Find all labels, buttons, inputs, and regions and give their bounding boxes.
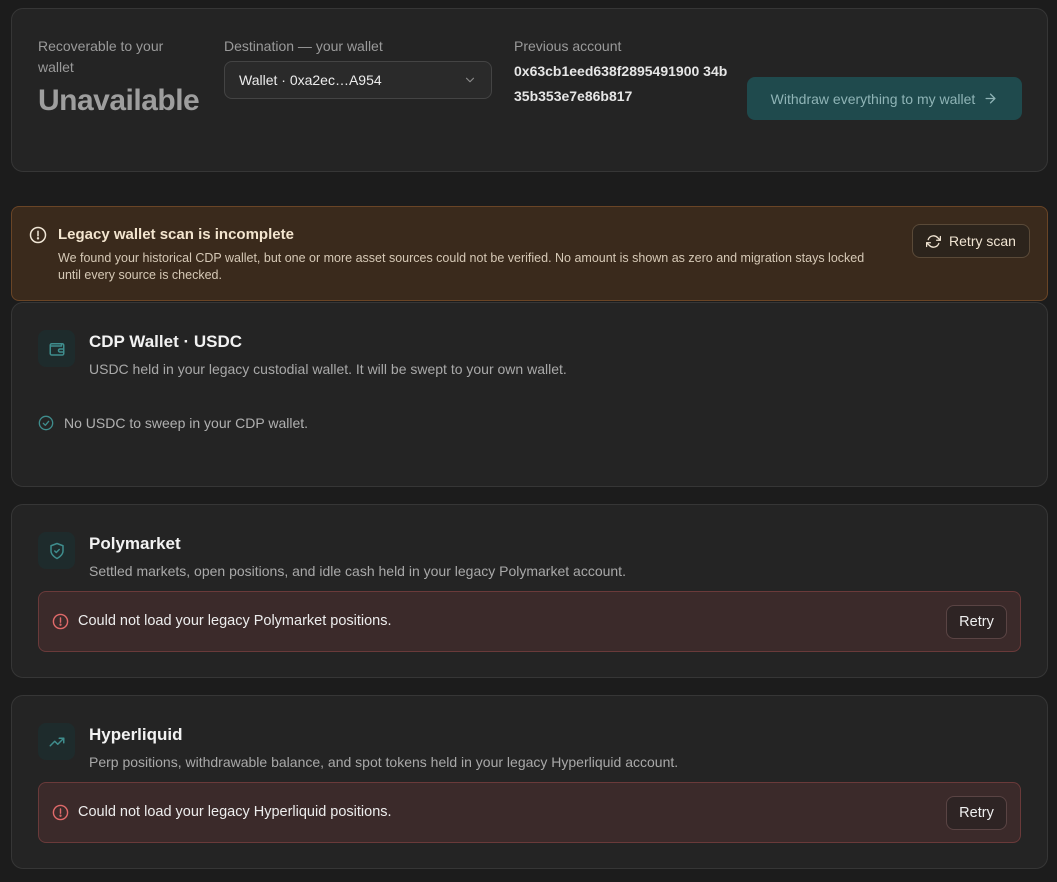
alert-circle-icon — [29, 226, 47, 244]
warning-title: Legacy wallet scan is incomplete — [58, 226, 294, 243]
polymarket-description: Settled markets, open positions, and idl… — [89, 563, 626, 579]
wallet-icon — [38, 330, 75, 367]
previous-account-section: Previous account 0x63cb1eed638f289549190… — [514, 36, 734, 109]
retry-scan-button[interactable]: Retry scan — [912, 224, 1030, 258]
polymarket-card: Polymarket Settled markets, open positio… — [11, 504, 1048, 678]
hyperliquid-error: Could not load your legacy Hyperliquid p… — [38, 782, 1021, 843]
scan-incomplete-banner: Legacy wallet scan is incomplete We foun… — [11, 206, 1048, 301]
refresh-icon — [926, 234, 942, 248]
withdraw-everything-button[interactable]: Withdraw everything to my wallet — [747, 77, 1022, 120]
arrow-right-icon — [985, 93, 996, 104]
cdp-description: USDC held in your legacy custodial walle… — [89, 361, 567, 377]
cdp-title: CDP Wallet · USDC — [89, 332, 243, 351]
hyperliquid-error-text: Could not load your legacy Hyperliquid p… — [78, 804, 392, 820]
recovery-summary-card: Recoverable to your wallet Unavailable D… — [11, 8, 1048, 172]
trending-up-icon — [38, 723, 75, 760]
destination-wallet-select[interactable]: Wallet · 0xa2ec…A954 — [224, 61, 492, 99]
recoverable-value: Unavailable — [38, 84, 200, 117]
previous-account-label: Previous account — [514, 38, 622, 54]
polymarket-error: Could not load your legacy Polymarket po… — [38, 591, 1021, 652]
retry-scan-label: Retry scan — [949, 233, 1016, 249]
withdraw-label: Withdraw everything to my wallet — [770, 90, 976, 107]
destination-wallet-value: Wallet · 0xa2ec…A954 — [239, 72, 382, 88]
previous-account-address: 0x63cb1eed638f2895491900 34b35b353e7e86b… — [514, 63, 728, 104]
polymarket-title: Polymarket — [89, 534, 181, 553]
warning-body: We found your historical CDP wallet, but… — [58, 251, 865, 282]
hyperliquid-card: Hyperliquid Perp positions, withdrawable… — [11, 695, 1048, 869]
destination-label: Destination — your wallet — [224, 38, 383, 54]
chevron-down-icon — [465, 77, 475, 83]
destination-section: Destination — your wallet Wallet · 0xa2e… — [224, 36, 494, 99]
alert-circle-icon — [52, 804, 69, 821]
hyperliquid-retry-button[interactable]: Retry — [946, 796, 1007, 830]
cdp-status: No USDC to sweep in your CDP wallet. — [38, 415, 308, 431]
polymarket-retry-button[interactable]: Retry — [946, 605, 1007, 639]
hyperliquid-title: Hyperliquid — [89, 725, 183, 744]
hyperliquid-description: Perp positions, withdrawable balance, an… — [89, 754, 679, 770]
polymarket-error-text: Could not load your legacy Polymarket po… — [78, 613, 392, 629]
cdp-wallet-card: CDP Wallet · USDC USDC held in your lega… — [11, 302, 1048, 487]
alert-circle-icon — [52, 613, 69, 630]
recoverable-section: Recoverable to your wallet Unavailable — [38, 36, 200, 118]
recoverable-label: Recoverable to your wallet — [38, 38, 164, 75]
check-circle-icon — [38, 415, 54, 431]
shield-check-icon — [38, 532, 75, 569]
cdp-status-text: No USDC to sweep in your CDP wallet. — [64, 415, 309, 431]
